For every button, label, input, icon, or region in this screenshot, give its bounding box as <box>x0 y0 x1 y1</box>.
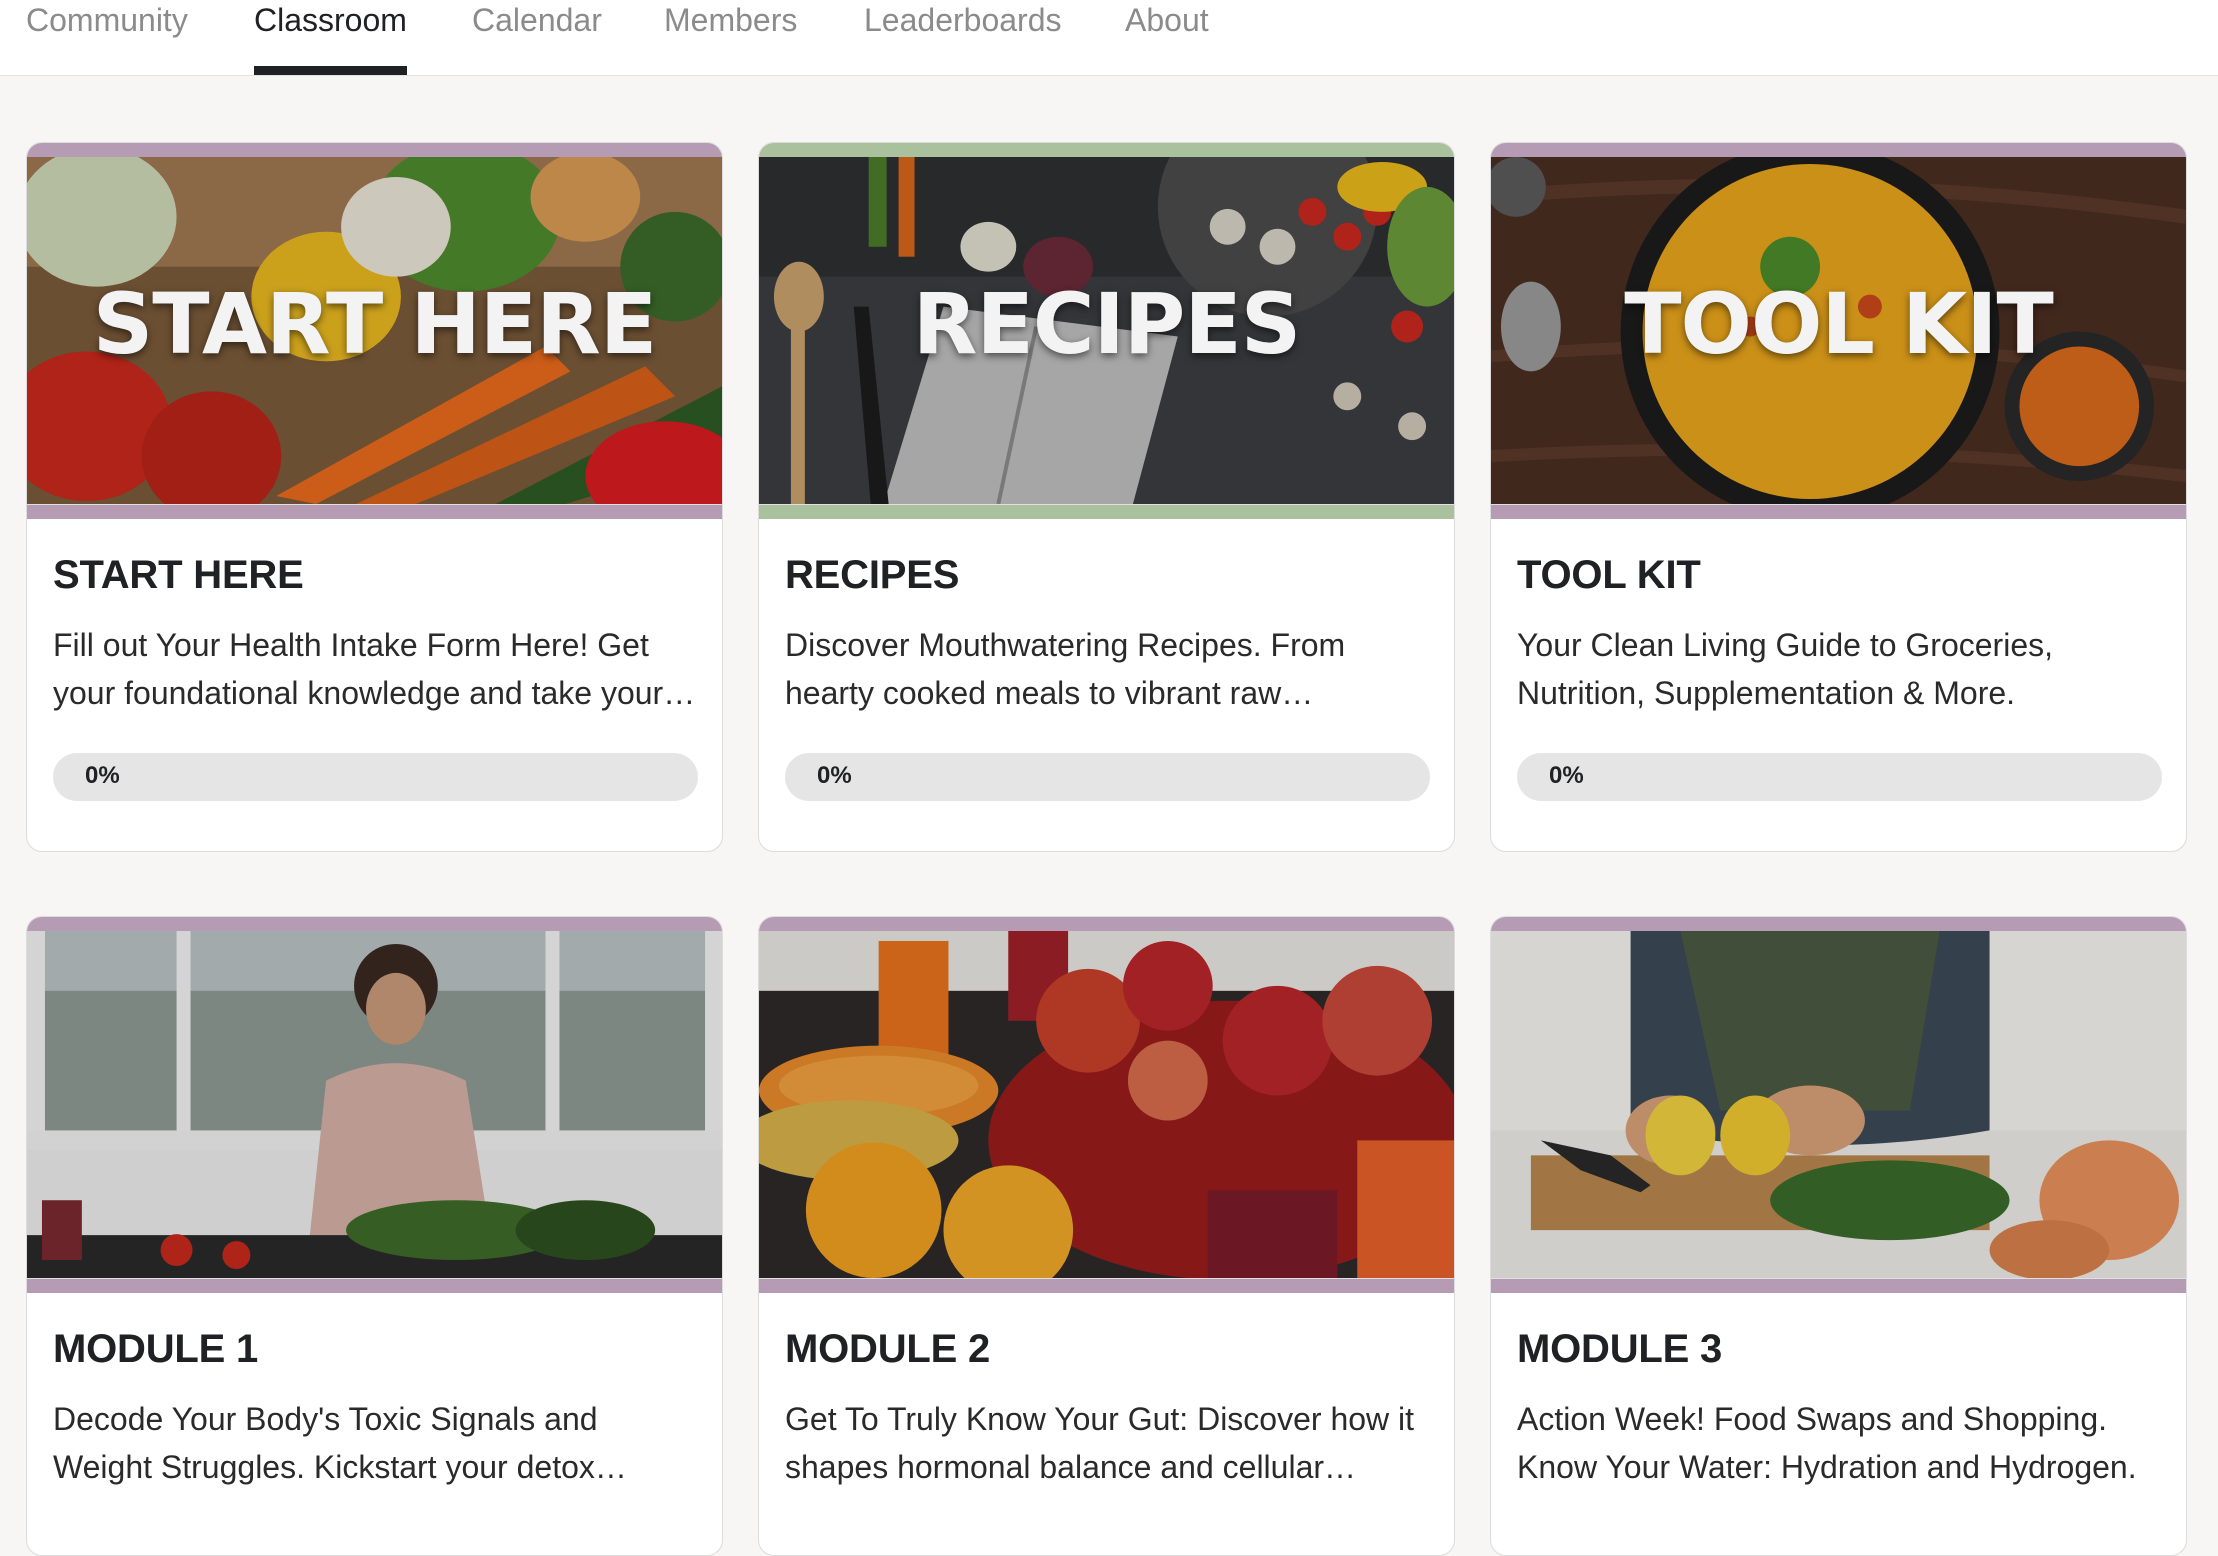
tab-active-underline <box>254 66 407 75</box>
course-description: Discover Mouthwatering Recipes. From hea… <box>785 627 1346 711</box>
tab-community[interactable]: Community <box>26 0 188 76</box>
cover-overlay-title: TOOL KIT <box>1624 275 2054 373</box>
progress-percent: 0% <box>85 762 120 789</box>
tab-members[interactable]: Members <box>664 0 797 76</box>
course-progress-bar: 0% <box>53 753 698 801</box>
course-cover-image <box>1491 917 2186 1293</box>
course-description: Fill out Your Health Intake Form Here! G… <box>53 627 696 711</box>
course-cover-image: TOOL KIT <box>1491 143 2186 519</box>
tab-about[interactable]: About <box>1125 0 1209 76</box>
course-title: RECIPES <box>785 553 960 597</box>
course-description: Your Clean Living Guide to Groceries, Nu… <box>1517 627 2053 711</box>
course-title: START HERE <box>53 553 304 597</box>
course-title: MODULE 2 <box>785 1327 991 1371</box>
course-card-module-1[interactable]: MODULE 1 Decode Your Body's Toxic Signal… <box>26 916 723 1556</box>
course-description: Get To Truly Know Your Gut: Discover how… <box>785 1401 1415 1485</box>
tab-label: Leaderboards <box>864 2 1062 38</box>
image-dim-overlay <box>1491 931 2186 1279</box>
cover-overlay-title: START HERE <box>92 275 657 373</box>
tab-label: Classroom <box>254 2 407 38</box>
course-cover-image <box>27 917 722 1293</box>
progress-percent: 0% <box>1549 762 1584 789</box>
course-title: TOOL KIT <box>1517 553 1701 597</box>
tab-label: Community <box>26 2 188 38</box>
course-description: Decode Your Body's Toxic Signals and Wei… <box>53 1401 627 1485</box>
progress-percent: 0% <box>817 762 852 789</box>
image-dim-overlay <box>27 931 722 1279</box>
tab-leaderboards[interactable]: Leaderboards <box>864 0 1061 76</box>
course-card-module-2[interactable]: MODULE 2 Get To Truly Know Your Gut: Dis… <box>758 916 1455 1556</box>
course-progress-bar: 0% <box>785 753 1430 801</box>
course-title: MODULE 1 <box>53 1327 259 1371</box>
course-card-module-3[interactable]: MODULE 3 Action Week! Food Swaps and Sho… <box>1490 916 2187 1556</box>
tab-calendar[interactable]: Calendar <box>472 0 602 76</box>
cover-overlay-title: RECIPES <box>912 275 1301 373</box>
top-nav: Community Classroom Calendar Members Lea… <box>0 0 2218 76</box>
course-cover-image <box>759 917 1454 1293</box>
course-cover-image: RECIPES <box>759 143 1454 519</box>
tab-classroom[interactable]: Classroom <box>254 0 407 76</box>
course-card-tool-kit[interactable]: TOOL KIT TOOL KIT Your Clean Living Guid… <box>1490 142 2187 852</box>
image-dim-overlay <box>759 931 1454 1279</box>
tab-label: Members <box>664 2 798 38</box>
course-card-start-here[interactable]: START HERE START HERE Fill out Your Heal… <box>26 142 723 852</box>
course-cover-image: START HERE <box>27 143 722 519</box>
tab-label: Calendar <box>472 2 602 38</box>
tab-label: About <box>1125 2 1209 38</box>
course-title: MODULE 3 <box>1517 1327 1723 1371</box>
course-progress-bar: 0% <box>1517 753 2162 801</box>
course-description: Action Week! Food Swaps and Shopping. Kn… <box>1517 1401 2137 1485</box>
course-card-recipes[interactable]: RECIPES RECIPES Discover Mouthwatering R… <box>758 142 1455 852</box>
